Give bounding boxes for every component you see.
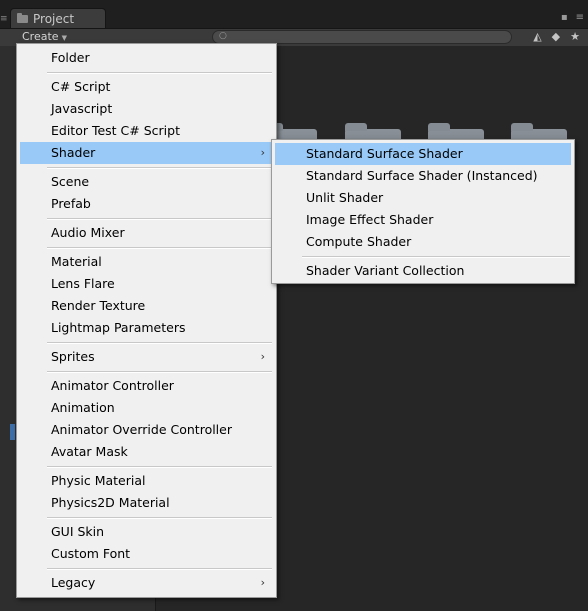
search-input[interactable]: ○ (212, 30, 512, 44)
pane-options-icon[interactable]: ≡ (0, 14, 8, 24)
menu-item-sprites[interactable]: Sprites › (20, 346, 273, 368)
lock-icon[interactable]: ▪ (561, 12, 568, 23)
menu-item-label: Shader (51, 145, 96, 160)
menu-separator (47, 247, 272, 249)
menu-item-animator-override-controller[interactable]: Animator Override Controller (20, 419, 273, 441)
menu-item-label: Compute Shader (306, 234, 412, 249)
menu-item-editor-test-script[interactable]: Editor Test C# Script (20, 120, 273, 142)
menu-item-folder[interactable]: Folder (20, 47, 273, 69)
menu-item-label: Custom Font (51, 546, 131, 561)
window-controls: ▪ ≡ (561, 12, 584, 23)
submenu-item-unlit-shader[interactable]: Unlit Shader (275, 187, 571, 209)
menu-item-gui-skin[interactable]: GUI Skin (20, 521, 273, 543)
menu-item-javascript[interactable]: Javascript (20, 98, 273, 120)
menu-item-prefab[interactable]: Prefab (20, 193, 273, 215)
menu-item-lightmap-parameters[interactable]: Lightmap Parameters (20, 317, 273, 339)
menu-item-label: Editor Test C# Script (51, 123, 180, 138)
menu-item-label: Prefab (51, 196, 91, 211)
menu-separator (47, 517, 272, 519)
submenu-item-compute-shader[interactable]: Compute Shader (275, 231, 571, 253)
menu-item-label: C# Script (51, 79, 111, 94)
search-icon: ○ (219, 31, 227, 41)
menu-item-label: Render Texture (51, 298, 146, 313)
submenu-arrow-icon: › (260, 576, 265, 589)
menu-item-label: Sprites (51, 349, 95, 364)
menu-separator (47, 371, 272, 373)
menu-item-label: Avatar Mask (51, 444, 128, 459)
menu-item-scene[interactable]: Scene (20, 171, 273, 193)
menu-item-label: Shader Variant Collection (306, 263, 465, 278)
folder-icon (17, 12, 28, 23)
menu-separator (47, 342, 272, 344)
panel-menu-icon[interactable]: ≡ (576, 12, 584, 23)
menu-separator (302, 256, 570, 258)
menu-item-label: Lens Flare (51, 276, 115, 291)
filter-by-type-icon[interactable]: ◭ (533, 30, 541, 43)
menu-item-csharp-script[interactable]: C# Script (20, 76, 273, 98)
menu-item-label: Standard Surface Shader (Instanced) (306, 168, 538, 183)
menu-item-animation[interactable]: Animation (20, 397, 273, 419)
menu-item-label: Material (51, 254, 102, 269)
submenu-arrow-icon: › (260, 146, 265, 159)
chevron-down-icon: ▼ (61, 34, 67, 42)
menu-item-label: Unlit Shader (306, 190, 384, 205)
create-label: Create (22, 30, 59, 43)
submenu-item-image-effect-shader[interactable]: Image Effect Shader (275, 209, 571, 231)
menu-item-label: Animator Controller (51, 378, 174, 393)
menu-item-label: Folder (51, 50, 90, 65)
menu-item-legacy[interactable]: Legacy › (20, 572, 273, 594)
menu-item-audio-mixer[interactable]: Audio Mixer (20, 222, 273, 244)
submenu-item-shader-variant-collection[interactable]: Shader Variant Collection (275, 260, 571, 282)
menu-item-render-texture[interactable]: Render Texture (20, 295, 273, 317)
selected-tree-item-marker (10, 424, 15, 440)
menu-separator (47, 167, 272, 169)
menu-item-label: Lightmap Parameters (51, 320, 186, 335)
submenu-item-standard-surface-shader-instanced[interactable]: Standard Surface Shader (Instanced) (275, 165, 571, 187)
shader-submenu: Standard Surface Shader Standard Surface… (271, 139, 575, 284)
create-menu: Folder C# Script Javascript Editor Test … (16, 43, 277, 598)
menu-item-label: Audio Mixer (51, 225, 125, 240)
menu-item-label: Javascript (51, 101, 113, 116)
create-dropdown-button[interactable]: Create ▼ (22, 30, 67, 43)
menu-separator (47, 72, 272, 74)
menu-item-label: Scene (51, 174, 90, 189)
menu-item-avatar-mask[interactable]: Avatar Mask (20, 441, 273, 463)
menu-item-label: Standard Surface Shader (306, 146, 463, 161)
menu-separator (47, 568, 272, 570)
menu-item-label: Physics2D Material (51, 495, 170, 510)
menu-item-label: Animation (51, 400, 115, 415)
menu-item-lens-flare[interactable]: Lens Flare (20, 273, 273, 295)
menu-item-material[interactable]: Material (20, 251, 273, 273)
menu-separator (47, 466, 272, 468)
menu-item-physics2d-material[interactable]: Physics2D Material (20, 492, 273, 514)
menu-separator (47, 218, 272, 220)
menu-item-label: Image Effect Shader (306, 212, 434, 227)
menu-item-label: Physic Material (51, 473, 146, 488)
menu-item-custom-font[interactable]: Custom Font (20, 543, 273, 565)
tab-label: Project (33, 11, 75, 26)
toolbar-filters: ◭ ◆ ★ (533, 30, 580, 43)
menu-item-label: Legacy (51, 575, 96, 590)
submenu-arrow-icon: › (260, 350, 265, 363)
menu-item-label: Animator Override Controller (51, 422, 232, 437)
filter-by-label-icon[interactable]: ◆ (552, 30, 560, 43)
editor-title-bar: ≡ Project ▪ ≡ (0, 0, 588, 28)
menu-item-animator-controller[interactable]: Animator Controller (20, 375, 273, 397)
menu-item-shader[interactable]: Shader › (20, 142, 273, 164)
menu-item-label: GUI Skin (51, 524, 105, 539)
tab-project[interactable]: Project (10, 8, 106, 28)
submenu-item-standard-surface-shader[interactable]: Standard Surface Shader (275, 143, 571, 165)
menu-item-physic-material[interactable]: Physic Material (20, 470, 273, 492)
favorite-star-icon[interactable]: ★ (570, 30, 580, 43)
